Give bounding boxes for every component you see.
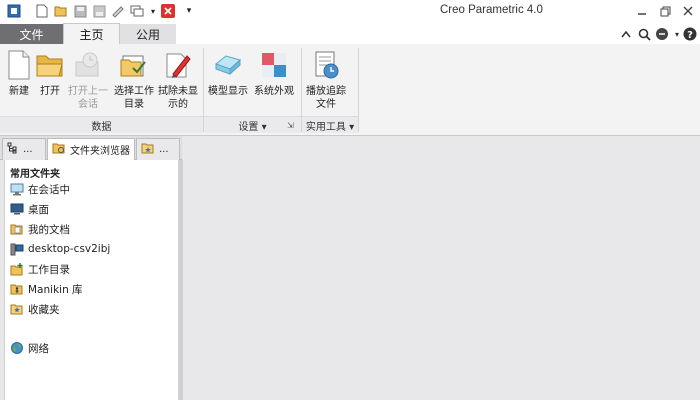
- folder-item-computer[interactable]: desktop-csv2ibj: [10, 241, 110, 257]
- system-appearance-button[interactable]: 系统外观: [252, 48, 296, 114]
- regenerate-icon[interactable]: [110, 3, 126, 19]
- model-display-button[interactable]: 模型显示: [206, 48, 250, 114]
- folder-item-label: 桌面: [28, 203, 49, 216]
- desktop-icon: [10, 202, 24, 216]
- collapse-ribbon-icon[interactable]: [618, 26, 634, 42]
- folder-item-label: 工作目录: [28, 263, 70, 276]
- save-copy-icon[interactable]: [91, 3, 107, 19]
- tab-file[interactable]: 文件: [0, 24, 63, 45]
- play-trail-file-icon: [309, 48, 343, 82]
- app-menu-icon[interactable]: [6, 3, 22, 19]
- tab-home[interactable]: 主页: [63, 23, 120, 45]
- group-utilities-text: 实用工具 ▾: [305, 121, 355, 133]
- search-icon[interactable]: [636, 26, 652, 42]
- folder-item-manikin-library[interactable]: Manikin 库: [10, 281, 83, 297]
- model-display-label: 模型显示: [208, 86, 248, 97]
- erase-not-displayed-label: 拭除未显 示的: [158, 86, 198, 110]
- tab-public[interactable]: 公用: [120, 24, 176, 45]
- folder-item-network[interactable]: 网络: [10, 340, 49, 356]
- erase-not-displayed-button[interactable]: 拭除未显 示的: [156, 48, 200, 114]
- folder-item-label: 收藏夹: [28, 303, 60, 316]
- folder-item-label: 网络: [28, 342, 49, 355]
- my-documents-icon: [10, 222, 24, 236]
- settings-dialog-launcher-icon[interactable]: ⇲: [287, 121, 294, 130]
- folder-item-desktop[interactable]: 桌面: [10, 201, 49, 217]
- open-last-session-icon: [71, 48, 105, 82]
- tab-model-tree[interactable]: ...: [2, 138, 46, 160]
- close-window-icon[interactable]: [160, 3, 176, 19]
- ribbon-tab-row: 文件 主页 公用 ▾ ?: [0, 22, 700, 45]
- select-working-dir-label: 选择工作 目录: [114, 86, 154, 110]
- open-button-label: 打开: [40, 86, 60, 97]
- favorites-tab-icon: [141, 142, 155, 157]
- windows-dropdown-icon[interactable]: ▾: [145, 3, 161, 19]
- restore-button[interactable]: [655, 2, 675, 20]
- select-working-dir-button[interactable]: 选择工作 目录: [112, 48, 156, 114]
- group-separator: [358, 48, 359, 132]
- svg-text:?: ?: [687, 30, 693, 41]
- folder-browser-pane: 常用文件夹 在会话中 桌面 我的文档 desktop-csv2ibj 工作目录: [4, 160, 178, 400]
- model-tree-icon: [7, 142, 19, 157]
- select-working-dir-icon: [117, 48, 151, 82]
- group-data-label: 数据: [0, 116, 203, 133]
- tab-favorites[interactable]: ...: [136, 138, 180, 160]
- folder-item-my-documents[interactable]: 我的文档: [10, 221, 70, 237]
- folder-item-label: 在会话中: [28, 183, 70, 196]
- computer-icon: [10, 242, 24, 256]
- open-last-session-label: 打开上一 会话: [68, 86, 108, 110]
- open-button[interactable]: 打开: [30, 48, 70, 114]
- play-trail-file-label: 播放追踪 文件: [306, 86, 346, 110]
- erase-not-displayed-icon: [161, 48, 195, 82]
- app-title: Creo Parametric 4.0: [440, 4, 543, 16]
- tab-favorites-label: ...: [159, 144, 169, 155]
- minimize-button[interactable]: [632, 2, 652, 20]
- folder-item-label: 我的文档: [28, 223, 70, 236]
- windows-icon[interactable]: [129, 3, 145, 19]
- group-settings-text: 设置 ▾: [238, 121, 267, 133]
- favorites-icon: [10, 302, 24, 316]
- navigator-tabs: ... 文件夹浏览器 ...: [0, 136, 182, 160]
- system-appearance-label: 系统外观: [254, 86, 294, 97]
- folder-item-label: desktop-csv2ibj: [28, 243, 111, 255]
- folder-item-working-directory[interactable]: 工作目录: [10, 261, 70, 277]
- tab-folder-browser[interactable]: 文件夹浏览器: [47, 138, 135, 160]
- model-display-icon: [211, 48, 245, 82]
- manikin-library-icon: [10, 282, 24, 296]
- open-last-session-button[interactable]: 打开上一 会话: [66, 48, 110, 114]
- community-icon[interactable]: [654, 26, 670, 42]
- folder-browser-icon: [52, 142, 66, 157]
- help-icon[interactable]: ?: [682, 26, 698, 42]
- new-icon[interactable]: [34, 3, 50, 19]
- save-icon[interactable]: [72, 3, 88, 19]
- folder-item-in-session[interactable]: 在会话中: [10, 181, 70, 197]
- customize-toolbar-icon[interactable]: ▾: [181, 3, 197, 19]
- open-folder-icon: [33, 48, 67, 82]
- title-bar: ▾ ▾ Creo Parametric 4.0: [0, 0, 700, 22]
- network-icon: [10, 341, 24, 355]
- folder-item-favorites[interactable]: 收藏夹: [10, 301, 60, 317]
- play-trail-file-button[interactable]: 播放追踪 文件: [304, 48, 348, 114]
- tab-model-tree-label: ...: [23, 144, 33, 155]
- working-directory-icon: [10, 262, 24, 276]
- group-utilities-label[interactable]: 实用工具 ▾: [302, 116, 358, 133]
- tab-folder-browser-label: 文件夹浏览器: [70, 146, 130, 157]
- open-icon[interactable]: [53, 3, 69, 19]
- ribbon: 新建 打开 打开上一 会话 选择工作 目录 拭除未显 示的 模型显示 系统外观 …: [0, 44, 700, 136]
- folder-item-label: Manikin 库: [28, 283, 83, 296]
- graphics-window[interactable]: [183, 137, 700, 400]
- close-app-button[interactable]: [678, 2, 698, 20]
- system-appearance-icon: [257, 48, 291, 82]
- common-folders-heading: 常用文件夹: [10, 169, 60, 180]
- in-session-icon: [10, 182, 24, 196]
